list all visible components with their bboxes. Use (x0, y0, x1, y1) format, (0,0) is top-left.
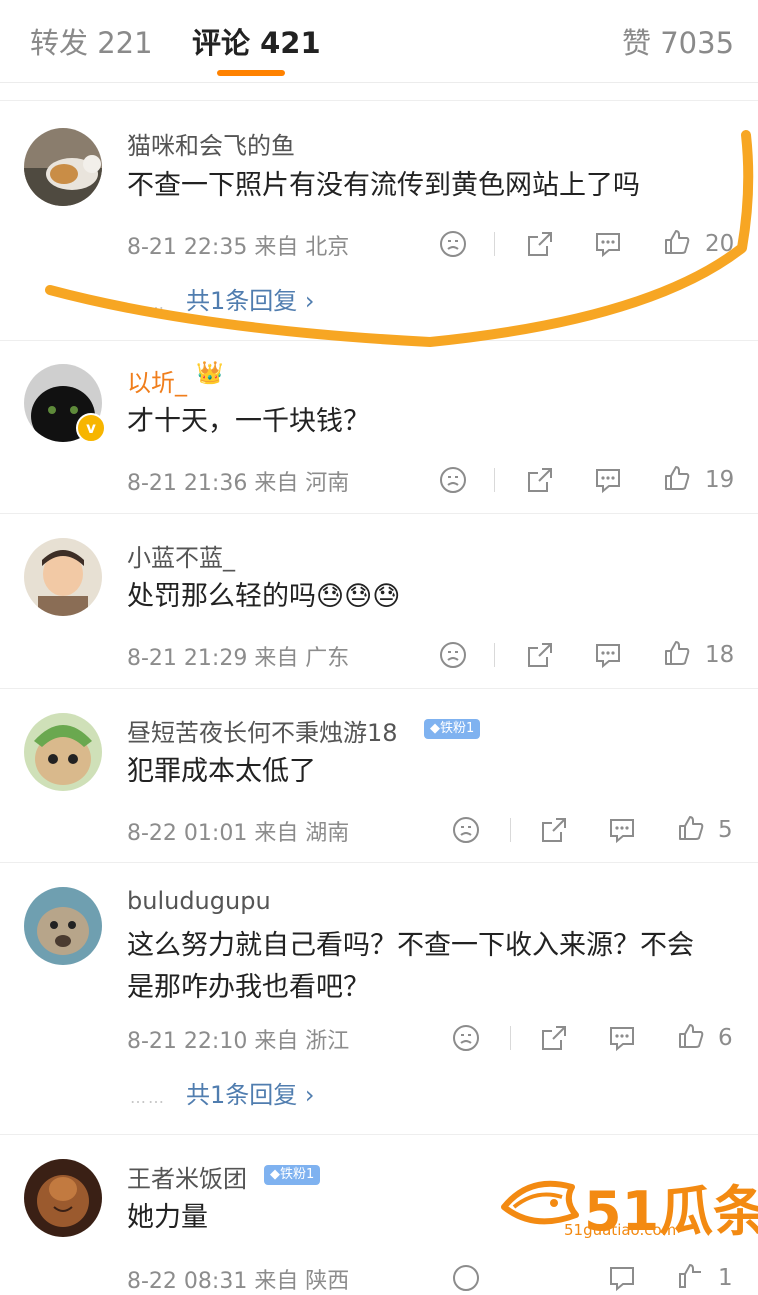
comment-text: 才十天，一千块钱？ (127, 406, 370, 437)
reply-dots: …… (130, 294, 166, 313)
comment-text: 处罚那么轻的吗😓😓😓 (127, 581, 401, 612)
share-icon[interactable] (539, 815, 569, 845)
comment-item: v 以圻_ 👑 才十天，一千块钱？ 8-21 21:36 来自 河南 19 (0, 340, 758, 514)
comment-item: buludugupu 这么努力就自己看吗？不查一下收入来源？不会是那咋办我也看吧… (0, 862, 758, 1135)
avatar[interactable] (24, 538, 102, 616)
comment-meta: 8-21 21:36 来自 河南 (127, 471, 350, 496)
watermark-url: 51guatiao.com (564, 1221, 677, 1239)
avatar[interactable] (24, 128, 102, 206)
comment-text: 犯罪成本太低了 (127, 756, 316, 787)
username[interactable]: buludugupu (127, 887, 271, 915)
comment-item: 昼短苦夜长何不秉烛游18 ◆铁粉1 犯罪成本太低了 8-22 01:01 来自 … (0, 688, 758, 863)
comment-text: 不查一下照片有没有流传到黄色网站上了吗 (127, 170, 640, 201)
view-replies-link[interactable]: …… 共1条回复 › (130, 1075, 315, 1110)
dislike-icon[interactable] (438, 640, 468, 670)
dislike-icon[interactable] (451, 1023, 481, 1053)
like-count: 18 (705, 642, 735, 668)
action-divider (494, 468, 495, 492)
active-tab-indicator (217, 70, 285, 76)
watermark-logo: 51瓜条 51guatiao.com (500, 1165, 758, 1243)
verified-badge: v (76, 413, 106, 443)
fan-badge: ◆铁粉1 (424, 719, 481, 739)
tab-likes[interactable]: 赞 7035 (622, 20, 734, 62)
like-icon[interactable] (662, 463, 692, 493)
username[interactable]: 猫咪和会飞的鱼 (127, 126, 295, 161)
like-icon[interactable] (676, 1261, 706, 1291)
like-count: 19 (705, 467, 735, 493)
like-icon[interactable] (676, 1021, 706, 1051)
action-divider (494, 643, 495, 667)
action-divider (510, 818, 511, 842)
like-count: 5 (718, 817, 733, 843)
replies-label: 共1条回复 › (186, 287, 315, 315)
like-count: 20 (705, 231, 735, 257)
comment-icon[interactable] (593, 465, 623, 495)
action-divider (494, 232, 495, 256)
avatar[interactable] (24, 1159, 102, 1237)
fan-badge: ◆铁粉1 (264, 1165, 321, 1185)
dislike-icon[interactable] (438, 229, 468, 259)
share-icon[interactable] (525, 640, 555, 670)
comment-item: 猫咪和会飞的鱼 不查一下照片有没有流传到黄色网站上了吗 8-21 22:35 来… (0, 100, 758, 341)
action-divider (510, 1026, 511, 1050)
tab-comments[interactable]: 评论 421 (192, 20, 321, 62)
comment-meta: 8-22 01:01 来自 湖南 (127, 821, 350, 846)
dislike-icon[interactable] (451, 815, 481, 845)
comment-tab-bar: 转发 221 评论 421 赞 7035 (0, 0, 758, 83)
comment-icon[interactable] (593, 229, 623, 259)
view-replies-link[interactable]: …… 共1条回复 › (130, 281, 315, 316)
comment-icon[interactable] (593, 640, 623, 670)
share-icon[interactable] (525, 229, 555, 259)
share-icon[interactable] (539, 1023, 569, 1053)
comment-icon[interactable] (607, 1263, 637, 1293)
share-icon[interactable] (525, 465, 555, 495)
comment-item: 小蓝不蓝_ 处罚那么轻的吗😓😓😓 8-21 21:29 来自 广东 18 (0, 513, 758, 689)
crown-icon: 👑 (196, 361, 224, 386)
like-count: 1 (718, 1265, 733, 1291)
replies-label: 共1条回复 › (186, 1081, 315, 1109)
avatar[interactable] (24, 713, 102, 791)
dislike-icon[interactable] (451, 1263, 481, 1293)
comment-meta: 8-21 21:29 来自 广东 (127, 646, 350, 671)
dislike-icon[interactable] (438, 465, 468, 495)
username[interactable]: 小蓝不蓝_ (127, 538, 235, 573)
like-count: 6 (718, 1025, 733, 1051)
like-icon[interactable] (662, 638, 692, 668)
reply-dots: …… (130, 1088, 166, 1107)
like-icon[interactable] (662, 227, 692, 257)
username[interactable]: 王者米饭团 (127, 1159, 247, 1194)
username[interactable]: 昼短苦夜长何不秉烛游18 (127, 713, 398, 748)
comment-meta: 8-21 22:10 来自 浙江 (127, 1029, 350, 1054)
username[interactable]: 以圻_ (127, 363, 187, 398)
tab-repost[interactable]: 转发 221 (30, 20, 153, 62)
comment-icon[interactable] (607, 815, 637, 845)
comment-icon[interactable] (607, 1023, 637, 1053)
comment-text: 这么努力就自己看吗？不查一下收入来源？不会是那咋办我也看吧？ (127, 930, 694, 1003)
comment-meta: 8-22 08:31 来自 陕西 (127, 1269, 350, 1294)
avatar[interactable] (24, 887, 102, 965)
comment-meta: 8-21 22:35 来自 北京 (127, 235, 350, 260)
like-icon[interactable] (676, 813, 706, 843)
